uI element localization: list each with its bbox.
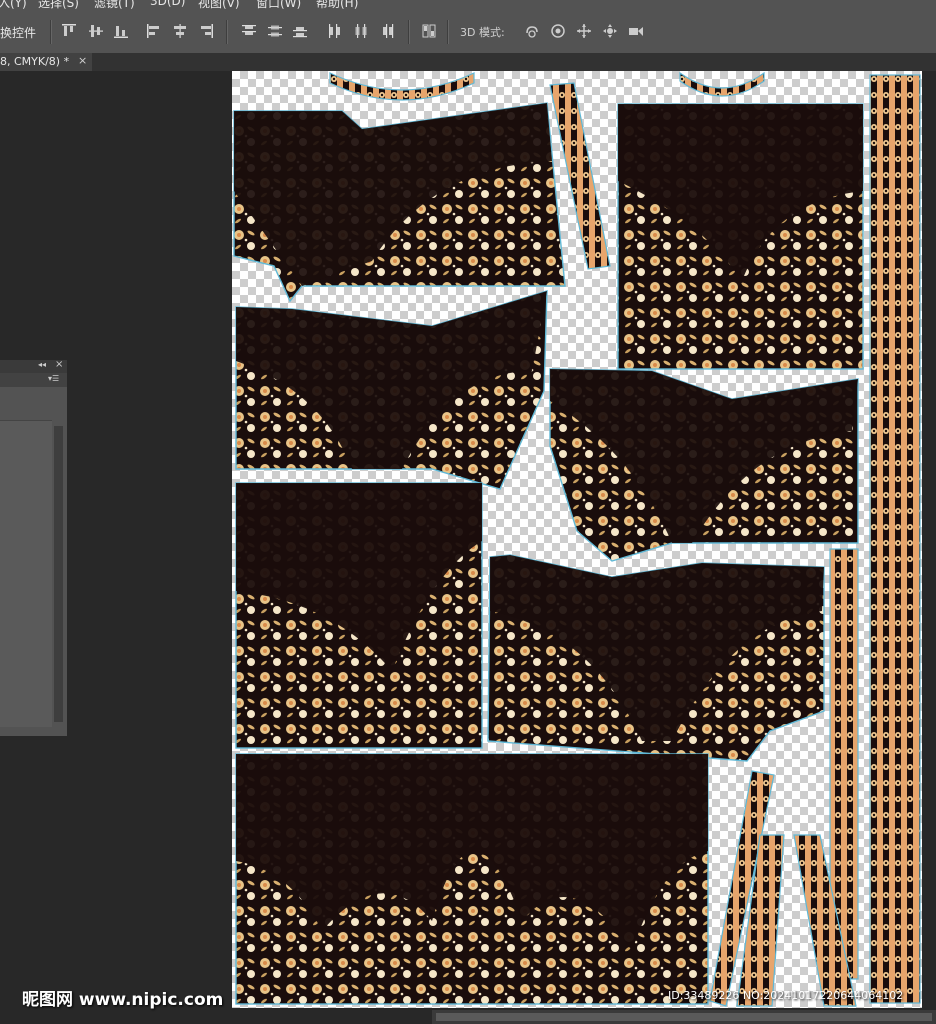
align-vertical-centers-icon[interactable] [88, 23, 104, 39]
menu-item-window[interactable]: 窗口(W) [256, 0, 301, 10]
document-tab-title[interactable]: 8, CMYK/8) * [0, 55, 69, 68]
toolbar-separator [50, 20, 52, 44]
pattern-layout-artwork [233, 71, 921, 1007]
align-left-edges-icon[interactable] [146, 23, 162, 39]
distribute-horizontal-centers-icon[interactable] [353, 23, 369, 39]
align-top-edges-icon[interactable] [61, 23, 77, 39]
panel-header[interactable]: ◂◂ × [0, 359, 67, 373]
toolbar-separator [226, 20, 228, 44]
rotate-3d-icon[interactable] [524, 23, 540, 39]
distribute-left-icon[interactable] [327, 23, 343, 39]
distribute-vertical-centers-icon[interactable] [267, 23, 283, 39]
auto-align-icon[interactable] [421, 23, 437, 39]
roll-3d-icon[interactable] [550, 23, 566, 39]
collapse-panel-icon[interactable]: ◂◂ [38, 360, 46, 369]
panel-tab-row: ▾☰ [0, 373, 67, 387]
scrollbar-thumb[interactable] [436, 1013, 932, 1021]
floating-panel: ◂◂ × ▾☰ [0, 359, 67, 736]
menu-item-layer[interactable]: 入(Y) [0, 0, 27, 10]
align-right-edges-icon[interactable] [198, 23, 214, 39]
align-horizontal-centers-icon[interactable] [172, 23, 188, 39]
3d-mode-label: 3D 模式: [460, 26, 505, 39]
document-tab-bar: 8, CMYK/8) * × [0, 53, 936, 71]
horizontal-scrollbar[interactable] [432, 1010, 936, 1024]
show-transform-controls-label[interactable]: 换控件 [0, 24, 36, 41]
menu-item-3d[interactable]: 3D(D) [150, 0, 185, 8]
menu-item-filter[interactable]: 滤镜(T) [94, 0, 135, 10]
watermark-logo: 昵图网 www.nipic.com [22, 990, 224, 1010]
toolbar-separator [408, 20, 410, 44]
align-bottom-edges-icon[interactable] [113, 23, 129, 39]
menu-item-select[interactable]: 选择(S) [38, 0, 79, 10]
border-band-long [869, 74, 921, 1004]
menu-item-help[interactable]: 帮助(H) [316, 0, 358, 10]
panel-content [0, 420, 52, 727]
panel-scrollbar[interactable] [54, 426, 63, 722]
document-tab[interactable]: 8, CMYK/8) * × [0, 53, 92, 71]
options-bar: 换控件 3D 模式: [0, 10, 936, 54]
menu-bar: 入(Y) 选择(S) 滤镜(T) 3D(D) 视图(V) 窗口(W) 帮助(H) [0, 0, 936, 10]
panel-menu-icon[interactable]: ▾☰ [48, 374, 59, 383]
scale-3d-icon[interactable] [628, 23, 644, 39]
menu-item-view[interactable]: 视图(V) [198, 0, 240, 10]
neckline-band-right [679, 71, 765, 97]
watermark-id: ID:33489226 NO:20241017220644064102 [668, 989, 904, 1002]
drag-3d-icon[interactable] [576, 23, 592, 39]
distribute-top-icon[interactable] [241, 23, 257, 39]
neckline-band-left [329, 72, 475, 101]
distribute-bottom-icon[interactable] [292, 23, 308, 39]
close-icon[interactable]: × [55, 359, 63, 370]
distribute-right-icon[interactable] [379, 23, 395, 39]
slide-3d-icon[interactable] [602, 23, 618, 39]
toolbar-separator [447, 20, 449, 44]
close-icon[interactable]: × [78, 54, 87, 67]
document-canvas[interactable] [232, 71, 922, 1008]
